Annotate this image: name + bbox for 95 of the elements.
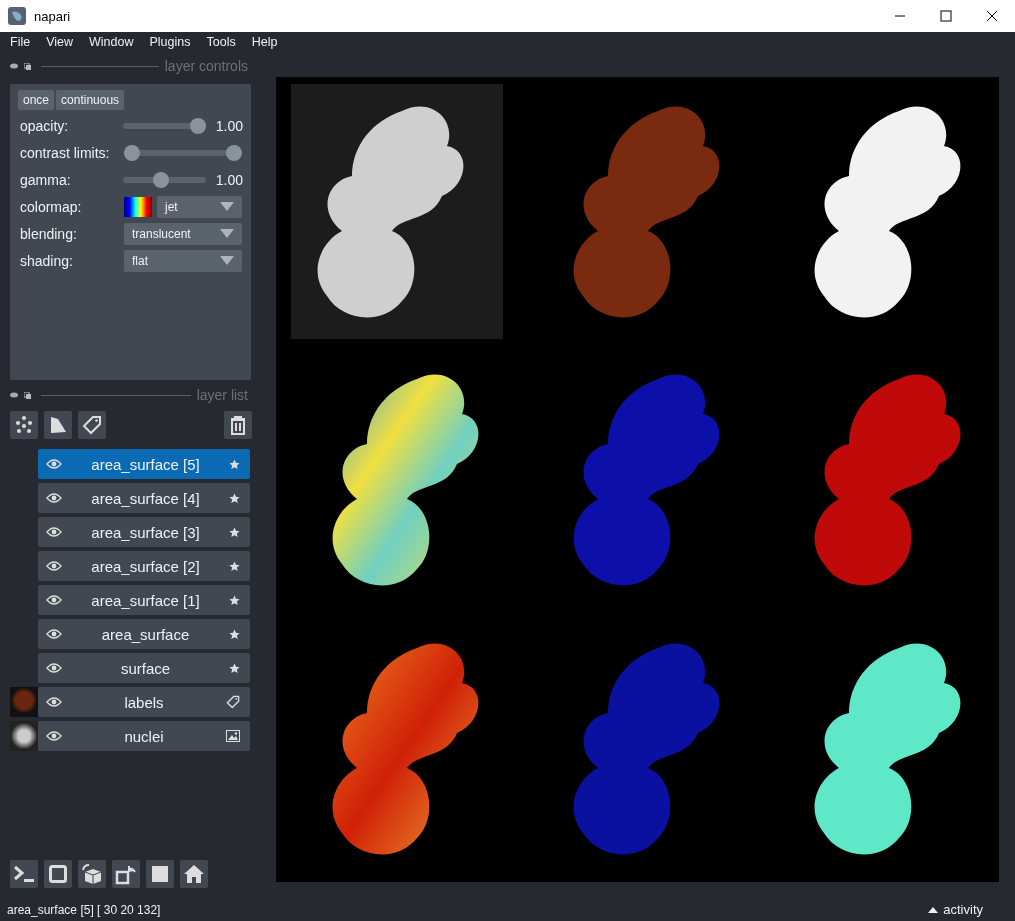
colormap-swatch xyxy=(124,196,152,217)
maximize-icon[interactable] xyxy=(940,10,952,22)
app-logo-icon xyxy=(8,7,26,25)
window-title: napari xyxy=(34,8,71,24)
layer-name: nuclei xyxy=(123,727,165,745)
dock-icon[interactable] xyxy=(24,391,31,399)
layer-name: area_surface [2] xyxy=(90,557,201,575)
star-icon xyxy=(229,526,240,538)
new-points-button[interactable] xyxy=(10,411,38,439)
trash-icon xyxy=(229,415,247,435)
opacity-slider[interactable] xyxy=(122,117,206,134)
console-button[interactable] xyxy=(10,860,38,888)
close-icon[interactable] xyxy=(986,10,998,22)
image-icon xyxy=(226,730,240,742)
square-outline-icon xyxy=(48,864,68,884)
dots-icon xyxy=(14,415,34,435)
panel-title: layer list xyxy=(196,387,248,403)
slider-value: 1.00 xyxy=(215,117,243,134)
layer-item[interactable]: area_surface [3] xyxy=(38,517,250,547)
polygon-icon xyxy=(48,415,68,435)
transpose-button[interactable] xyxy=(112,860,140,888)
star-icon xyxy=(229,662,240,674)
colormap-dropdown[interactable]: jet xyxy=(157,195,242,218)
new-shapes-button[interactable] xyxy=(44,411,72,439)
star-icon xyxy=(229,594,240,606)
float-icon[interactable] xyxy=(10,63,18,69)
layer-item[interactable]: area_surface xyxy=(38,619,250,649)
shading-dropdown[interactable]: flat xyxy=(124,249,242,272)
panel-title: layer controls xyxy=(164,58,248,74)
delete-button[interactable] xyxy=(224,411,252,439)
layer-name: labels xyxy=(123,693,165,711)
mode-button[interactable]: once xyxy=(18,90,55,110)
viewer-canvas[interactable] xyxy=(276,77,999,882)
tag-icon xyxy=(82,415,102,435)
cube-icon xyxy=(81,863,103,885)
home-button[interactable] xyxy=(180,860,208,888)
ndisplay-button[interactable] xyxy=(44,860,72,888)
roll-dims-button[interactable] xyxy=(78,860,106,888)
layer-name: surface xyxy=(119,659,172,677)
layer-item[interactable]: area_surface [4] xyxy=(38,483,250,513)
eye-icon[interactable] xyxy=(46,527,62,537)
terminal-icon xyxy=(13,864,35,884)
eye-icon[interactable] xyxy=(46,663,62,673)
layer-item[interactable]: area_surface [2] xyxy=(38,551,250,581)
layer-name: area_surface [4] xyxy=(90,489,201,507)
layer-thumbnail xyxy=(10,721,38,751)
eye-icon[interactable] xyxy=(46,493,62,503)
float-icon[interactable] xyxy=(10,392,18,398)
star-icon xyxy=(229,560,240,572)
range-slider[interactable] xyxy=(124,144,242,161)
eye-icon[interactable] xyxy=(46,629,62,639)
layer-item[interactable]: area_surface [1] xyxy=(38,585,250,615)
caret-icon[interactable] xyxy=(928,906,939,913)
layer-name: area_surface [1] xyxy=(90,591,201,609)
status-text: area_surface [5] [ 30 20 132] xyxy=(7,902,161,917)
control-label: colormap: xyxy=(19,198,83,215)
layer-item[interactable]: surface xyxy=(38,653,250,683)
layer-item[interactable]: labels xyxy=(38,687,250,717)
square-icon xyxy=(150,864,170,884)
menu-item[interactable]: Tools xyxy=(198,35,244,49)
layer-name: area_surface [3] xyxy=(90,523,201,541)
menu-item[interactable]: View xyxy=(38,35,82,49)
eye-icon[interactable] xyxy=(46,731,62,741)
eye-icon[interactable] xyxy=(46,459,62,469)
activity-button[interactable]: activity xyxy=(943,902,983,917)
menu-item[interactable]: Window xyxy=(81,35,142,49)
control-label: shading: xyxy=(19,252,74,269)
layer-name: area_surface xyxy=(100,625,191,643)
control-label: blending: xyxy=(19,225,78,242)
blending-dropdown[interactable]: translucent xyxy=(124,222,242,245)
dock-icon[interactable] xyxy=(24,62,31,70)
grid-button[interactable] xyxy=(146,860,174,888)
mode-button[interactable]: continuous xyxy=(56,90,125,110)
layer-item[interactable]: nuclei xyxy=(38,721,250,751)
star-icon xyxy=(229,628,240,640)
slider-value: 1.00 xyxy=(215,171,243,188)
home-icon xyxy=(183,864,205,884)
tag-icon xyxy=(226,695,240,709)
layer-item[interactable]: area_surface [5] xyxy=(38,449,250,479)
control-label: contrast limits: xyxy=(19,144,111,161)
menu-item[interactable]: File xyxy=(2,35,39,49)
star-icon xyxy=(229,492,240,504)
control-label: opacity: xyxy=(19,117,70,134)
eye-icon[interactable] xyxy=(46,595,62,605)
control-label: gamma: xyxy=(19,171,72,188)
star-icon xyxy=(229,458,240,470)
rotate-square-icon xyxy=(115,863,137,885)
layer-name: area_surface [5] xyxy=(90,455,201,473)
menu-item[interactable]: Plugins xyxy=(141,35,199,49)
gamma-slider[interactable] xyxy=(122,171,206,188)
new-labels-button[interactable] xyxy=(78,411,106,439)
menu-item[interactable]: Help xyxy=(243,35,286,49)
eye-icon[interactable] xyxy=(46,697,62,707)
eye-icon[interactable] xyxy=(46,561,62,571)
layer-thumbnail xyxy=(10,687,38,717)
